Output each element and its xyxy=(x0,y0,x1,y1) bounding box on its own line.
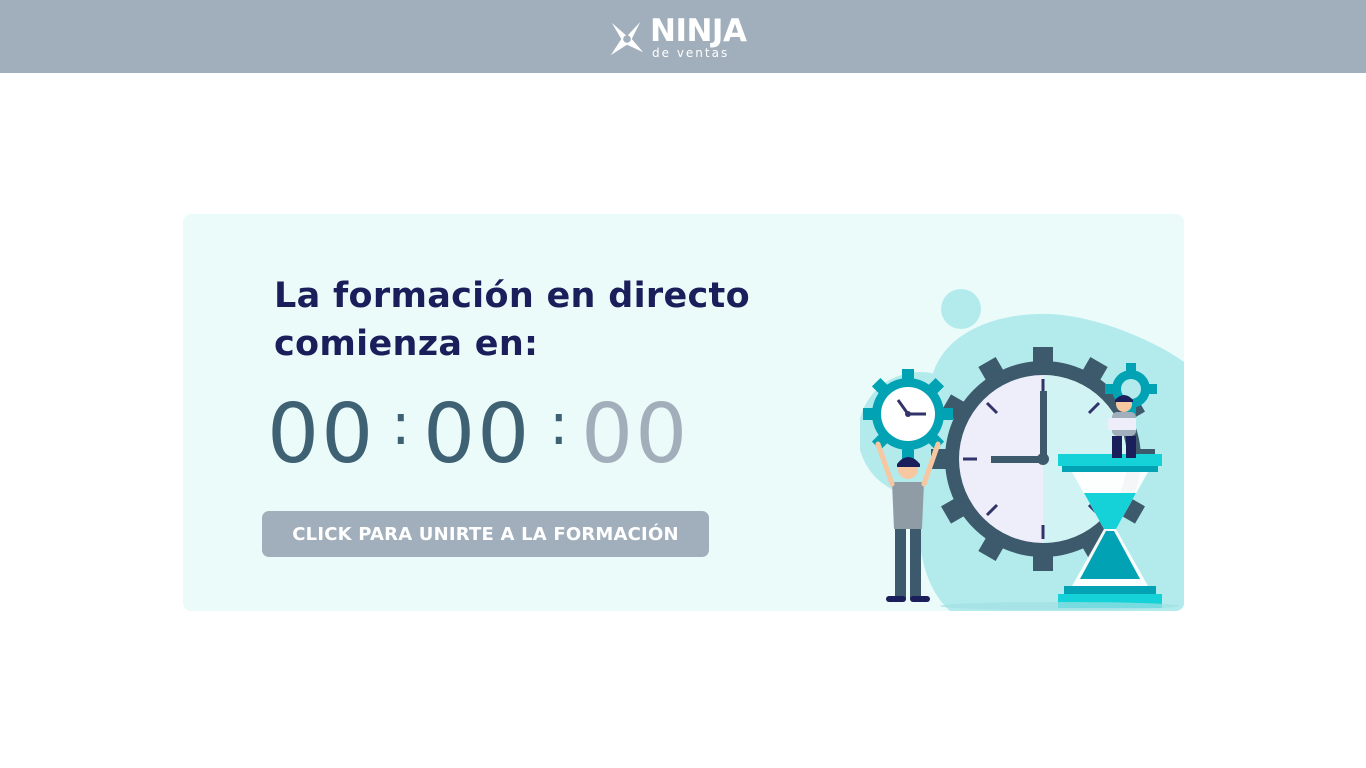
top-header: NINJA de ventas xyxy=(0,0,1366,73)
countdown-seconds: 00 xyxy=(581,387,690,482)
logo-brand-text: NINJA xyxy=(650,13,747,49)
page-title: La formación en directo comienza en: xyxy=(274,276,750,364)
join-training-button[interactable]: CLICK PARA UNIRTE A LA FORMACIÓN xyxy=(262,511,709,557)
countdown-card: La formación en directo comienza en: 00 … xyxy=(183,214,1184,611)
countdown-separator: : xyxy=(391,390,411,458)
countdown-timer: 00 : 00 : 00 xyxy=(267,390,727,480)
countdown-hours: 00 xyxy=(267,387,376,482)
countdown-minutes: 00 xyxy=(423,387,532,482)
ninja-de-ventas-logo[interactable]: NINJA de ventas xyxy=(608,13,768,62)
clock-gears-hourglass-illustration xyxy=(860,289,1184,611)
ninja-star-icon xyxy=(610,21,644,56)
logo-subtitle-text: de ventas xyxy=(652,46,730,60)
countdown-separator: : xyxy=(549,390,569,458)
